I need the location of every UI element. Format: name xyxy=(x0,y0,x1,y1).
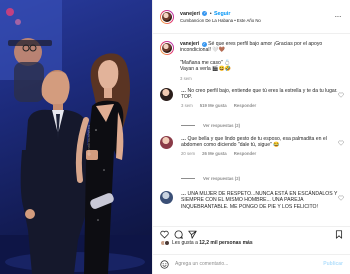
comment-3-avatar[interactable] xyxy=(160,191,173,204)
comment-2-text: Que bella y que lindo gesto de tu esposo… xyxy=(181,136,327,149)
comment-2-time: 20 sem xyxy=(181,150,196,156)
comment-1-like-heart-icon[interactable] xyxy=(338,92,344,98)
author-username[interactable]: vanejeri xyxy=(180,11,200,17)
caption-avatar xyxy=(161,42,173,54)
likes-summary[interactable]: Les gusta a 12,2 mil personas más xyxy=(160,240,253,246)
comment-2-view-replies[interactable]: Ver respuestas (2) xyxy=(181,176,240,181)
like-heart-icon[interactable] xyxy=(160,230,169,239)
post-photo[interactable]: @cnnbnualsites xyxy=(0,0,152,274)
photo-illustration xyxy=(0,0,152,274)
photo-watermark: @cnnbnualsites xyxy=(86,124,91,156)
caption-time: 3 sem xyxy=(180,75,192,81)
header-text: vanejeri ✓ • Seguir Cumbancion De La Hab… xyxy=(180,11,261,23)
post-action-bar: Les gusta a 12,2 mil personas más xyxy=(153,226,350,254)
comment-2-like-heart-icon[interactable] xyxy=(338,140,344,146)
post-header: vanejeri ✓ • Seguir Cumbancion De La Hab… xyxy=(153,0,350,34)
caption-avatar-ring[interactable] xyxy=(160,41,174,55)
comment-1-text: No creo perfil bajo, entiende que tú ere… xyxy=(181,88,338,101)
comment-2-reply-button[interactable]: Responder xyxy=(234,151,256,156)
comment-bubble-icon[interactable] xyxy=(174,230,183,239)
caption-verified-icon: ✓ xyxy=(201,41,207,47)
comment-1-view-replies[interactable]: Ver respuestas (2) xyxy=(181,123,240,128)
author-avatar-ring[interactable] xyxy=(160,9,174,24)
likes-prefix: Les gusta a xyxy=(172,240,198,246)
comment-item: … No creo perfil bajo, entiende que tú e… xyxy=(160,88,339,108)
verified-badge-icon: ✓ xyxy=(202,11,208,17)
comment-2-avatar[interactable] xyxy=(160,136,173,149)
liker-avatar xyxy=(164,240,170,246)
add-comment-input[interactable]: Agrega un comentario... xyxy=(175,261,228,267)
comment-2-likes[interactable]: 26 Me gusta xyxy=(202,151,227,156)
follow-button[interactable]: Seguir xyxy=(214,11,230,17)
comment-1-view-replies-label: Ver respuestas (2) xyxy=(203,123,241,128)
add-comment-bar: Agrega un comentario... Publicar xyxy=(153,254,350,274)
comment-1-username[interactable]: … xyxy=(181,88,186,94)
emoji-icon[interactable] xyxy=(160,260,169,269)
caption-line-3: Vayan a verla 🎬😆🤣 xyxy=(180,66,232,73)
comment-item: … Que bella y que lindo gesto de tu espo… xyxy=(160,136,339,156)
comments-scroll-area[interactable]: vanejeri ✓ Sé que eres perfil bajo amor … xyxy=(153,35,350,226)
comment-1-likes[interactable]: 519 Me gusta xyxy=(200,103,227,108)
post-caption: vanejeri ✓ Sé que eres perfil bajo amor … xyxy=(160,41,330,81)
comment-3-like-heart-icon[interactable] xyxy=(338,195,344,201)
header-separator: • xyxy=(209,10,212,17)
post-side-panel: vanejeri ✓ • Seguir Cumbancion De La Hab… xyxy=(152,0,350,274)
likes-count[interactable]: 12,2 mil personas más xyxy=(199,240,252,246)
replies-dash xyxy=(181,125,195,126)
publish-button[interactable]: Publicar xyxy=(323,261,343,267)
comment-3-text: UNA MUJER DE RESPETO...NUNCA ESTÁ EN ESC… xyxy=(181,191,338,210)
comment-3-username[interactable]: … xyxy=(181,191,186,197)
save-bookmark-icon[interactable] xyxy=(335,230,343,239)
post-container: @cnnbnualsites vanejeri ✓ • Seguir Cumba… xyxy=(0,0,350,274)
comment-1-time: 3 sem xyxy=(181,102,193,108)
comment-1-reply-button[interactable]: Responder xyxy=(234,103,256,108)
share-paper-plane-icon[interactable] xyxy=(188,230,197,239)
comment-item: … UNA MUJER DE RESPETO...NUNCA ESTÁ EN E… xyxy=(160,191,339,210)
more-options-icon[interactable]: ··· xyxy=(335,12,342,21)
author-avatar xyxy=(161,10,173,23)
comment-2-view-replies-label: Ver respuestas (2) xyxy=(203,176,241,181)
comment-1-avatar[interactable] xyxy=(160,88,173,101)
post-location[interactable]: Cumbancion De La Habana • Este Año No xyxy=(180,18,261,23)
replies-dash xyxy=(181,178,195,179)
